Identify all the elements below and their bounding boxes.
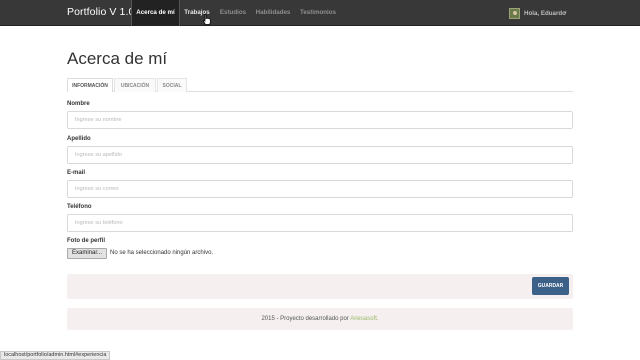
page-footer: 2015 - Proyecto desarrollado por Anesaso…	[67, 308, 573, 330]
tab-informacion[interactable]: INFORMACIÓN	[67, 78, 113, 92]
user-greeting: Hola, Eduardo	[524, 10, 566, 17]
footer-brand-link[interactable]: Anesasoft.	[350, 316, 378, 322]
hand-cursor-icon	[203, 14, 211, 25]
file-status-text: No se ha seleccionado ningún archivo.	[110, 250, 214, 256]
apellido-input[interactable]: Ingrese su apellido	[67, 146, 573, 164]
form-action-bar	[67, 274, 573, 299]
save-button[interactable]: GUARDAR	[532, 277, 569, 295]
telefono-input[interactable]: Ingrese su teléfono	[67, 214, 573, 232]
tab-social[interactable]: SOCIAL	[157, 78, 187, 92]
apellido-label: Apellido	[67, 136, 91, 142]
browse-file-button[interactable]: Examinar...	[67, 248, 107, 259]
nav-item-acerca[interactable]: Acerca de mí	[131, 0, 180, 26]
tab-ubicacion[interactable]: UBICACIÓN	[114, 78, 156, 92]
email-label: E-mail	[67, 170, 86, 176]
top-navbar: Portfolio V 1.0.0 Acerca de mí Trabajos …	[0, 0, 640, 26]
nav-item-habilidades[interactable]: Habilidades	[254, 0, 292, 26]
nombre-label: Nombre	[67, 101, 90, 107]
avatar	[509, 8, 520, 19]
foto-perfil-label: Foto de perfil	[67, 238, 105, 244]
chevron-down-icon: ▾	[564, 10, 567, 16]
email-input[interactable]: Ingrese su correo	[67, 180, 573, 198]
browser-status-url: localhost/portfolio/admin.html#experienc…	[0, 351, 111, 360]
footer-text: 2015 - Proyecto desarrollado por	[261, 316, 351, 322]
nav-item-estudios[interactable]: Estudios	[218, 0, 248, 26]
section-tabs: INFORMACIÓN UBICACIÓN SOCIAL	[67, 78, 573, 92]
page-title: Acerca de mí	[67, 49, 168, 68]
telefono-label: Teléfono	[67, 204, 92, 210]
nav-item-testimonios[interactable]: Testimonios	[299, 0, 337, 26]
nombre-input[interactable]: Ingrese su nombre	[67, 111, 573, 129]
